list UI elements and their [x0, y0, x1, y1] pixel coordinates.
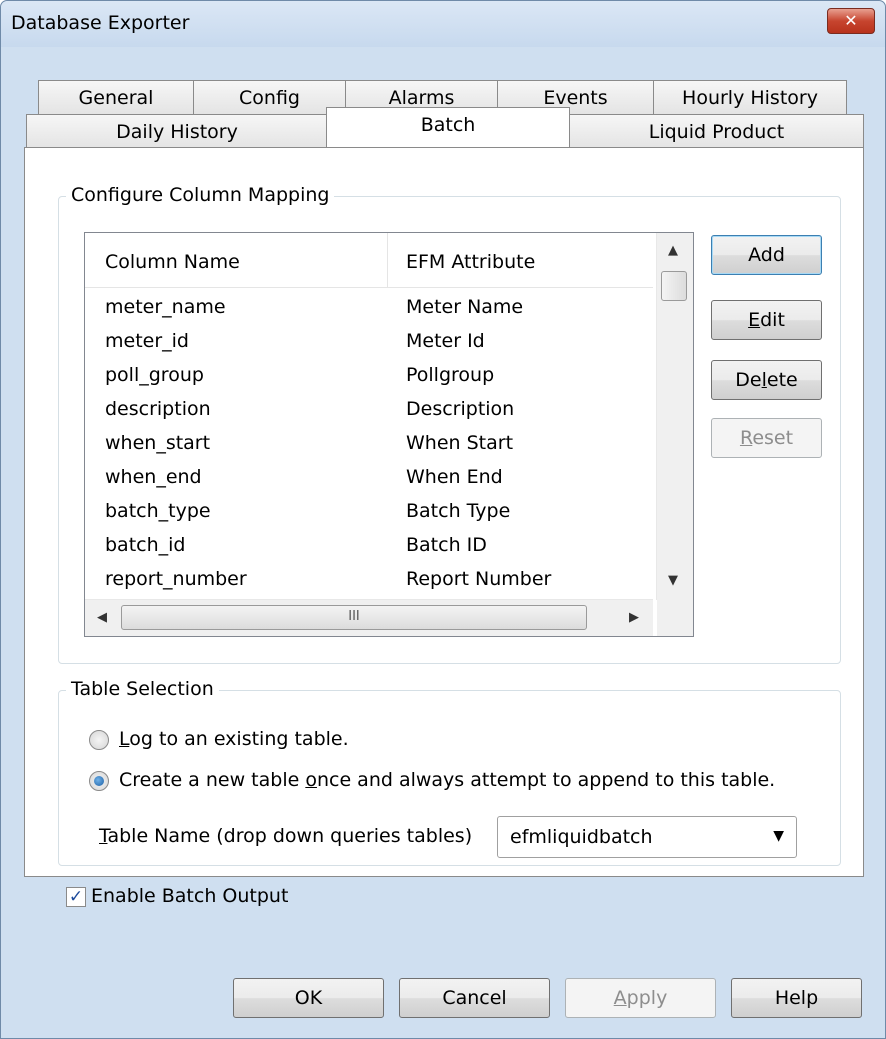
efm-attribute-cell: Pollgroup — [406, 364, 495, 386]
column-mapping-list[interactable]: Column Name EFM Attribute meter_name Mete… — [84, 232, 694, 637]
table-name-value: efmliquidbatch — [510, 826, 653, 848]
scroll-corner — [657, 600, 693, 636]
efm-attribute-cell: When Start — [406, 432, 514, 454]
column-name-cell: meter_name — [105, 296, 226, 318]
create-new-mnemonic: o — [305, 769, 317, 791]
column-name-cell: poll_group — [105, 364, 204, 386]
list-item[interactable]: meter_name Meter Name — [85, 291, 653, 325]
delete-button[interactable]: Delete — [711, 360, 822, 400]
column-mapping-label: Configure Column Mapping — [66, 184, 335, 206]
add-button[interactable]: Add — [711, 235, 822, 275]
scroll-up-icon[interactable]: ▲ — [668, 243, 678, 258]
edit-button[interactable]: Edit — [711, 300, 822, 340]
list-item[interactable]: batch_id Batch ID — [85, 529, 653, 563]
enable-batch-output-checkbox[interactable]: ✓ — [66, 887, 86, 907]
scroll-right-icon[interactable]: ▶ — [629, 610, 639, 625]
column-name-cell: meter_id — [105, 330, 189, 352]
efm-attribute-cell: Meter Name — [406, 296, 524, 318]
column-name-cell: report_number — [105, 568, 247, 590]
apply-button[interactable]: Apply — [565, 978, 716, 1018]
list-item[interactable]: description Description — [85, 393, 653, 427]
table-name-dropdown[interactable]: efmliquidbatch ▼ — [497, 816, 797, 858]
list-item[interactable]: report_number Report Number — [85, 563, 653, 597]
horizontal-scrollbar[interactable]: ◀ III ▶ — [85, 599, 653, 636]
reset-button[interactable]: Reset — [711, 418, 822, 458]
efm-attribute-cell: Batch ID — [406, 534, 487, 556]
column-name-cell: batch_type — [105, 500, 211, 522]
help-button[interactable]: Help — [731, 978, 862, 1018]
scroll-grip-icon: III — [348, 609, 360, 624]
delete-label-rest: ete — [766, 369, 798, 391]
chevron-down-icon[interactable]: ▼ — [773, 828, 784, 844]
table-selection-label: Table Selection — [66, 678, 219, 700]
delete-label-pre: De — [735, 369, 762, 391]
list-item[interactable]: when_start When Start — [85, 427, 653, 461]
edit-label-rest: dit — [760, 309, 785, 331]
list-item[interactable]: when_end When End — [85, 461, 653, 495]
reset-label-rest: eset — [752, 427, 794, 449]
apply-mnemonic: A — [613, 987, 627, 1009]
efm-attribute-cell: Meter Id — [406, 330, 485, 352]
vertical-scroll-thumb[interactable] — [661, 271, 687, 301]
create-new-label-rest: nce and always attempt to append to this… — [316, 769, 776, 791]
column-name-cell: batch_id — [105, 534, 186, 556]
column-name-header[interactable]: Column Name — [105, 251, 240, 273]
header-divider[interactable] — [387, 233, 388, 287]
enable-batch-output-label[interactable]: Enable Batch Output — [91, 885, 288, 907]
apply-label-rest: pply — [626, 987, 668, 1009]
create-new-label[interactable]: Create a new table once and always attem… — [119, 769, 775, 791]
scroll-down-icon[interactable]: ▼ — [668, 573, 678, 588]
list-item[interactable]: batch_type Batch Type — [85, 495, 653, 529]
log-existing-mnemonic: L — [119, 728, 130, 750]
efm-attribute-cell: When End — [406, 466, 503, 488]
list-item[interactable]: poll_group Pollgroup — [85, 359, 653, 393]
efm-attribute-cell: Report Number — [406, 568, 552, 590]
reset-mnemonic: R — [739, 427, 753, 449]
efm-attribute-header[interactable]: EFM Attribute — [406, 251, 535, 273]
column-name-cell: when_end — [105, 466, 202, 488]
list-item[interactable]: meter_id Meter Id — [85, 325, 653, 359]
ok-button[interactable]: OK — [233, 978, 384, 1018]
efm-attribute-cell: Batch Type — [406, 500, 511, 522]
cancel-button[interactable]: Cancel — [399, 978, 550, 1018]
table-name-label-rest: able Name (drop down queries tables) — [107, 825, 473, 847]
column-name-cell: when_start — [105, 432, 211, 454]
edit-mnemonic: E — [748, 309, 761, 331]
table-name-label: Table Name (drop down queries tables) — [99, 825, 472, 847]
vertical-scrollbar[interactable]: ▲ ▼ — [656, 233, 693, 600]
log-existing-label[interactable]: Log to an existing table. — [119, 728, 349, 750]
create-new-label-pre: Create a new table — [119, 769, 306, 791]
log-existing-label-rest: og to an existing table. — [129, 728, 349, 750]
column-name-cell: description — [105, 398, 211, 420]
panel-content: Configure Column Mapping Column Name EFM… — [0, 0, 886, 1039]
efm-attribute-cell: Description — [406, 398, 515, 420]
scroll-left-icon[interactable]: ◀ — [97, 610, 107, 625]
create-new-radio[interactable] — [89, 771, 109, 791]
horizontal-scroll-thumb[interactable]: III — [121, 605, 587, 630]
list-header: Column Name EFM Attribute — [85, 233, 653, 288]
log-existing-radio[interactable] — [89, 730, 109, 750]
